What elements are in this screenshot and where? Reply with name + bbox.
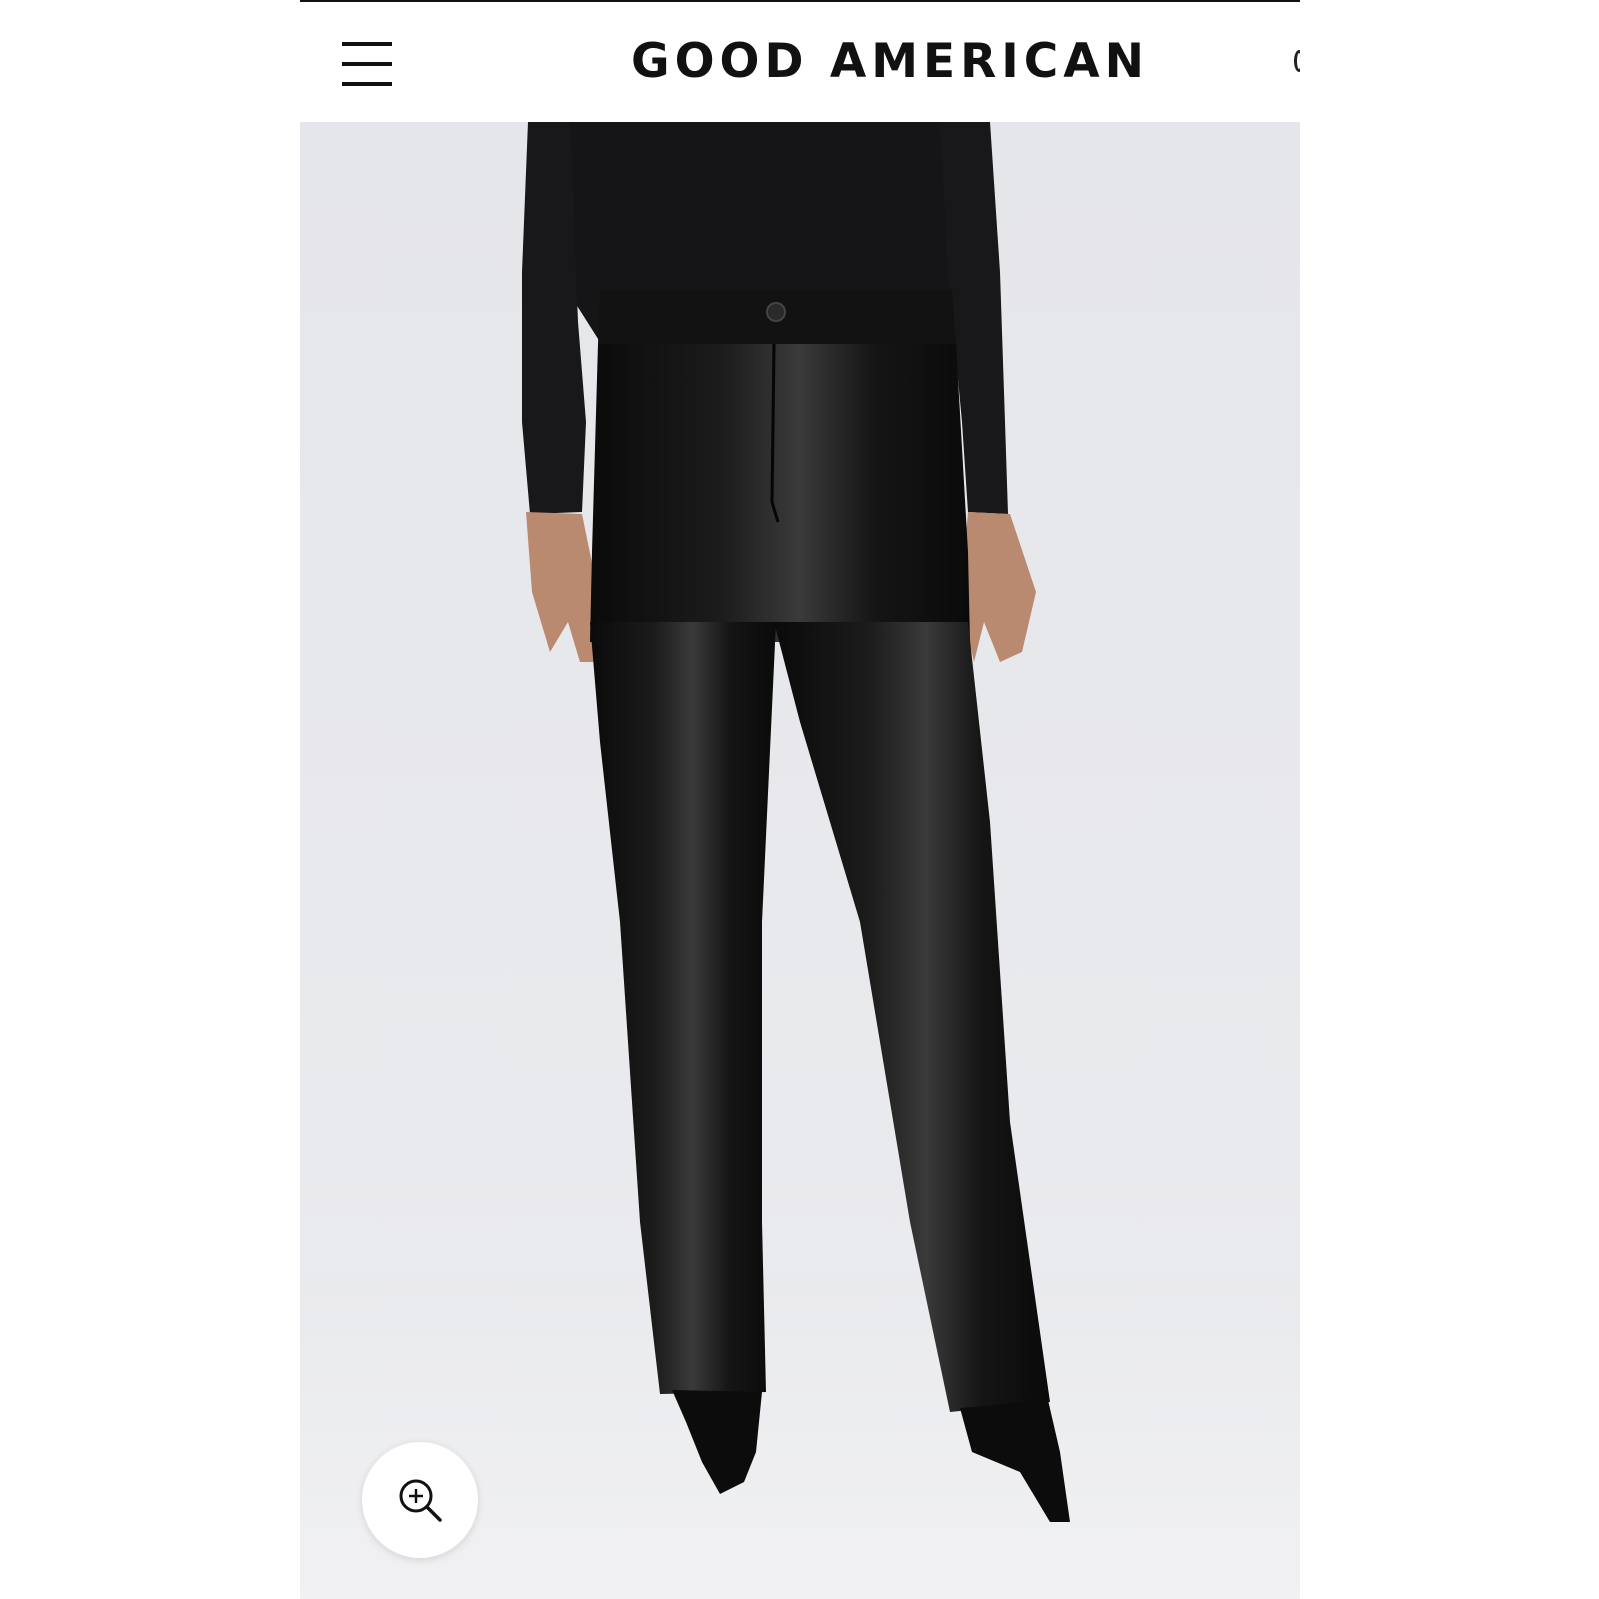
site-header: GOOD AMERICAN xyxy=(300,2,1300,122)
floor xyxy=(300,1272,1300,1599)
zoom-in-icon xyxy=(399,1479,442,1522)
cart-icon[interactable] xyxy=(1294,50,1300,72)
hamburger-line xyxy=(342,62,392,66)
product-page: GOOD AMERICAN xyxy=(300,0,1300,1599)
menu-button[interactable] xyxy=(342,42,394,88)
brand-logo[interactable]: GOOD AMERICAN xyxy=(600,34,1180,89)
zoom-button[interactable] xyxy=(362,1442,478,1558)
pants-hip xyxy=(590,344,970,642)
product-image[interactable] xyxy=(300,122,1300,1599)
left-hand xyxy=(526,512,600,662)
hamburger-line xyxy=(342,82,392,86)
button xyxy=(766,302,786,322)
hamburger-menu-icon xyxy=(342,42,392,46)
right-hand xyxy=(960,512,1036,662)
product-photo xyxy=(300,122,1300,1599)
